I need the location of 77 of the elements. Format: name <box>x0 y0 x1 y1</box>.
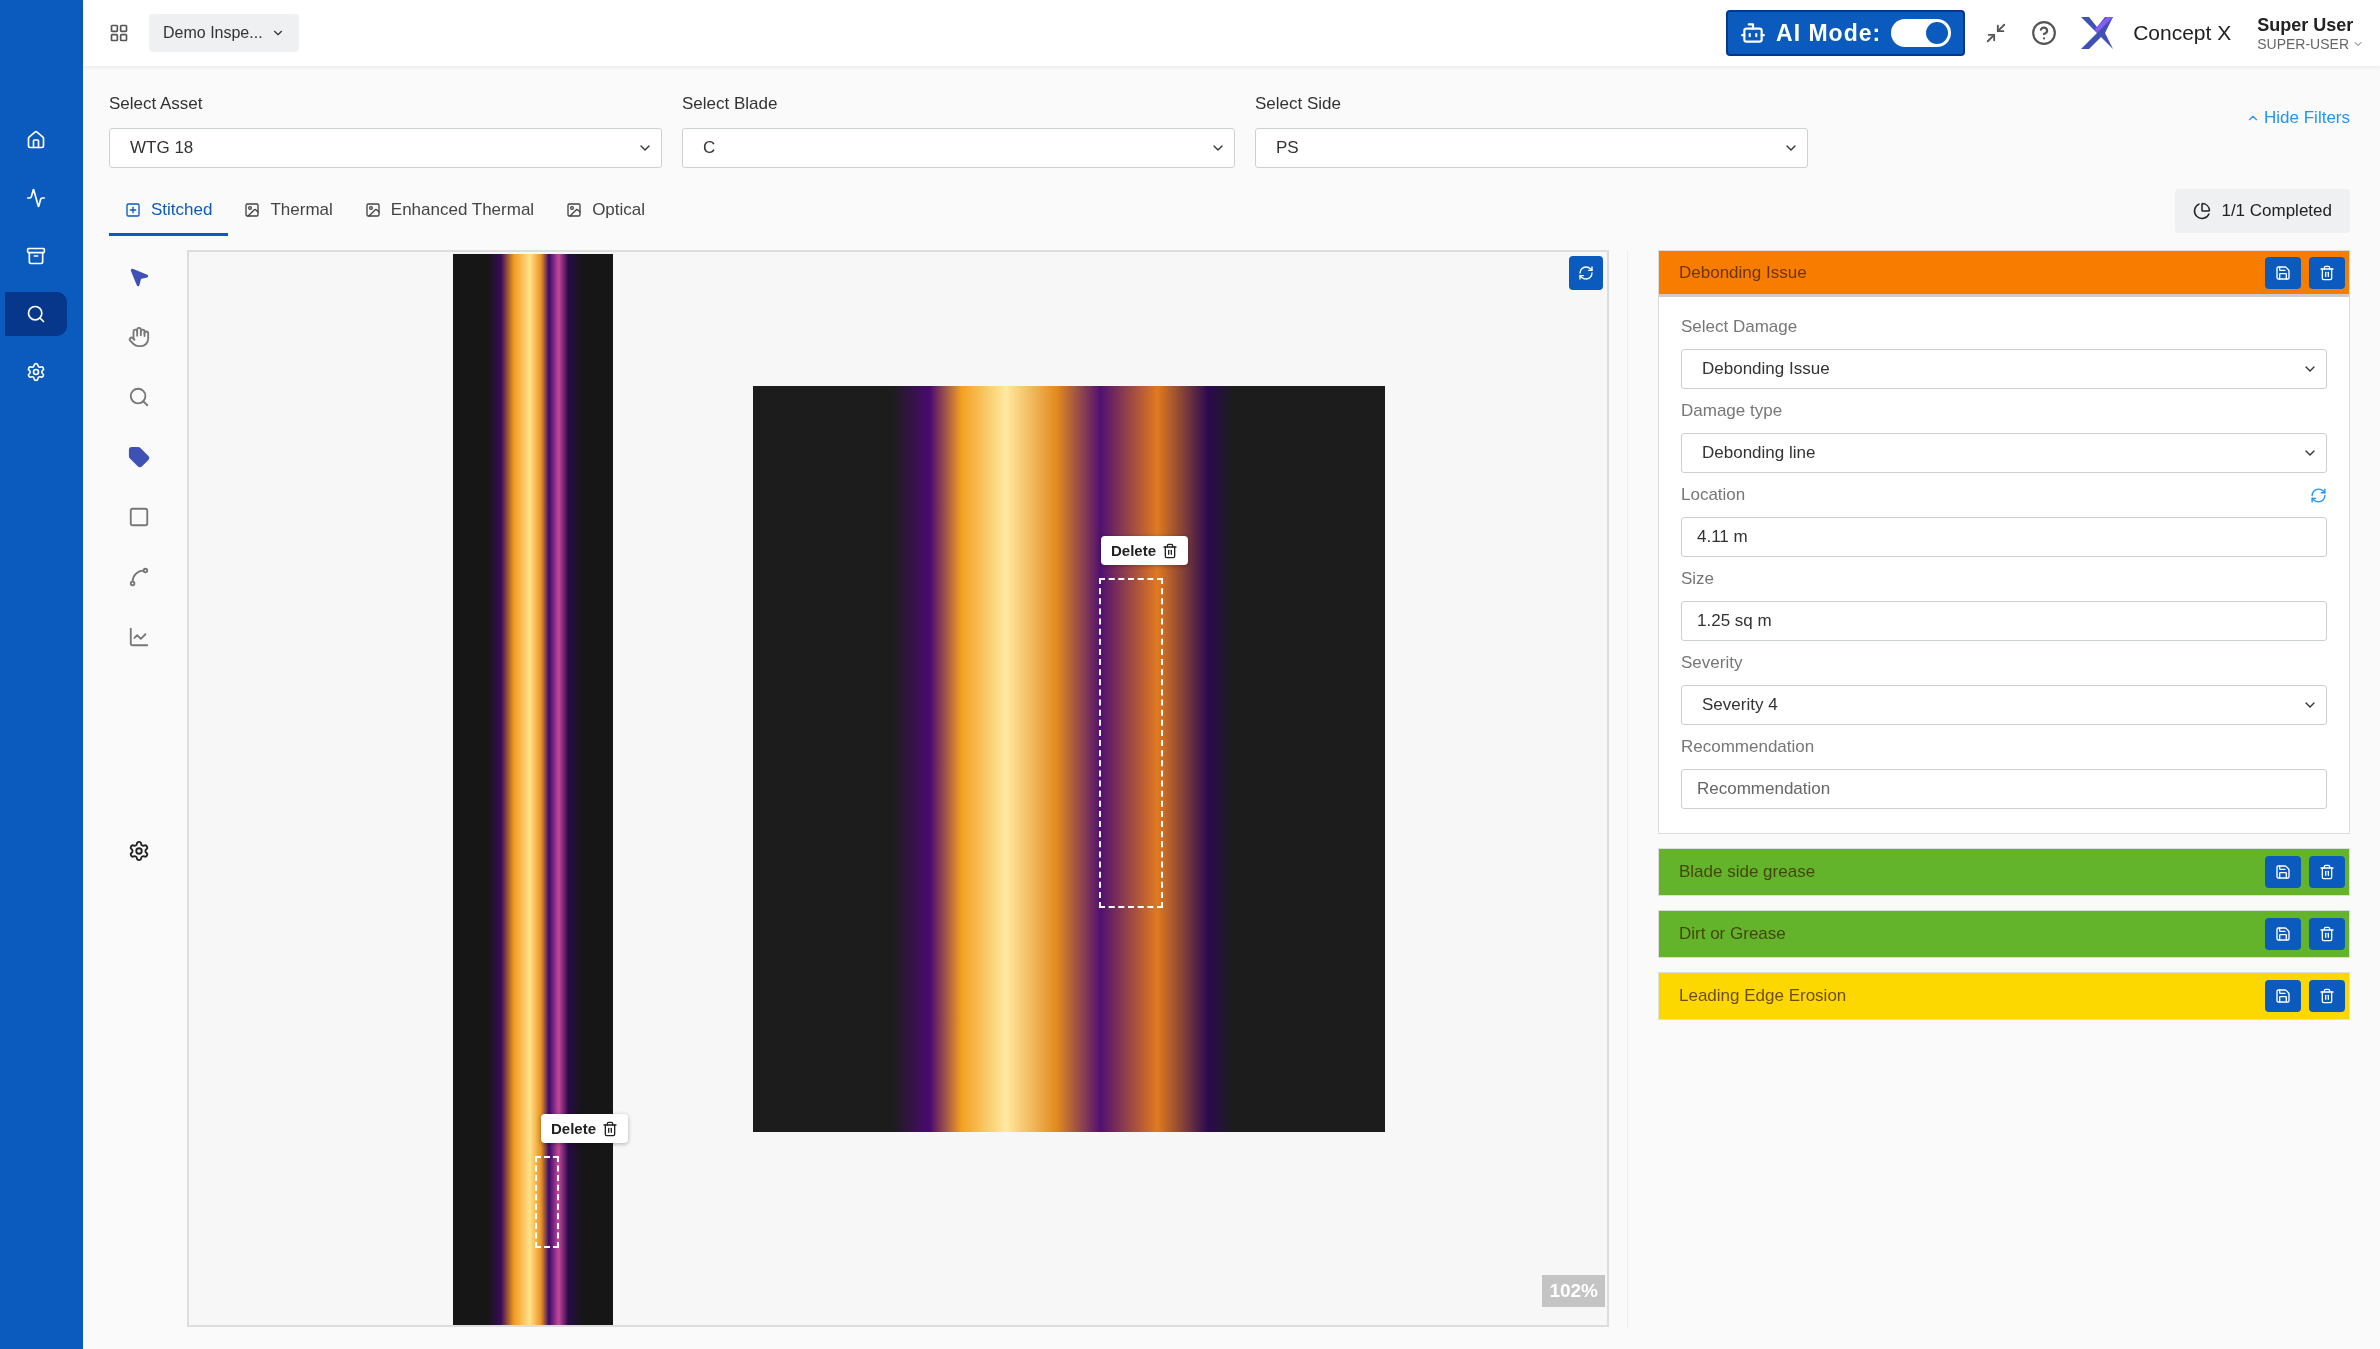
view-tab[interactable]: Stitched <box>109 186 229 236</box>
text-field[interactable]: Recommendation <box>1681 769 2327 809</box>
image-icon <box>566 201 583 218</box>
damage-title: Debonding Issue <box>1679 262 1808 283</box>
archive-icon <box>25 246 46 266</box>
save-icon <box>2275 988 2291 1004</box>
activity-icon <box>25 188 46 208</box>
plus-square-icon <box>125 201 141 218</box>
delete-button[interactable] <box>2309 918 2345 950</box>
user-role[interactable]: SUPER-USER <box>2257 35 2364 52</box>
delete-button[interactable] <box>2309 980 2345 1012</box>
field-label: Select Damage <box>1681 317 1798 337</box>
trash-icon <box>1162 542 1179 559</box>
trash-icon <box>2319 988 2335 1004</box>
filter-label: Select Side <box>1255 94 1342 114</box>
delete-button[interactable]: Delete <box>541 1114 629 1143</box>
text-field[interactable]: 4.11 m <box>1681 517 2327 557</box>
view-tab[interactable]: Optical <box>550 186 662 236</box>
selection-box[interactable] <box>535 1156 559 1248</box>
text-field[interactable]: 1.25 sq m <box>1681 601 2327 641</box>
save-button[interactable] <box>2265 856 2301 888</box>
damage-header[interactable]: Debonding Issue <box>1659 251 2349 297</box>
settings-icon <box>25 362 46 382</box>
view-tab[interactable]: Thermal <box>228 186 349 236</box>
pie-chart-icon <box>2193 202 2212 220</box>
refresh-button[interactable] <box>1569 256 1603 290</box>
field-label: Recommendation <box>1681 737 1815 757</box>
search-icon <box>25 304 46 324</box>
completed-badge: 1/1 Completed <box>2175 189 2350 233</box>
trash-icon <box>2319 864 2335 880</box>
ai-mode-label: AI Mode: <box>1776 19 1882 47</box>
save-button[interactable] <box>2265 980 2301 1012</box>
delete-button[interactable] <box>2309 256 2345 289</box>
tag-icon[interactable] <box>126 444 152 470</box>
ai-mode-toggle[interactable] <box>1891 19 1952 47</box>
delete-button[interactable]: Delete <box>1101 536 1189 565</box>
refresh-icon <box>1578 265 1594 281</box>
damage-header[interactable]: Blade side grease <box>1659 849 2349 895</box>
nav-item[interactable] <box>4 292 67 336</box>
hand-icon[interactable] <box>126 324 152 350</box>
filter-label: Select Blade <box>682 94 779 114</box>
field-label: Location <box>1681 485 1746 505</box>
zoom-level: 102% <box>1542 1275 1605 1307</box>
robot-icon <box>1740 20 1767 46</box>
brand-name: Concept X <box>2133 21 2232 45</box>
user-name: Super User <box>2257 14 2355 36</box>
filter-label: Select Asset <box>109 94 204 114</box>
image-icon <box>244 201 261 218</box>
damage-title: Leading Edge Erosion <box>1679 986 1848 1006</box>
trash-icon <box>602 1120 619 1137</box>
damage-title: Dirt or Grease <box>1679 924 1787 944</box>
save-icon <box>2275 264 2291 281</box>
damage-select[interactable]: Debonding line <box>1681 433 2327 473</box>
image-icon <box>364 201 381 218</box>
save-icon <box>2275 926 2291 942</box>
trash-icon <box>2319 926 2335 942</box>
view-tab[interactable]: Enhanced Thermal <box>348 186 551 236</box>
damage-header[interactable]: Dirt or Grease <box>1659 911 2349 957</box>
trash-icon <box>2319 264 2335 281</box>
damage-title: Blade side grease <box>1679 862 1817 882</box>
field-label: Damage type <box>1681 401 1783 421</box>
save-button[interactable] <box>2265 918 2301 950</box>
home-icon <box>25 130 46 150</box>
filter-select[interactable]: C <box>682 128 1235 168</box>
save-button[interactable] <box>2265 256 2301 289</box>
project-dropdown[interactable]: Demo Inspe... <box>149 14 299 52</box>
selection-box[interactable] <box>1099 578 1163 908</box>
delete-button[interactable] <box>2309 856 2345 888</box>
filter-select[interactable]: WTG 18 <box>109 128 662 168</box>
damage-select[interactable]: Severity 4 <box>1681 685 2327 725</box>
refresh-icon[interactable] <box>2310 486 2327 504</box>
filter-select[interactable]: PS <box>1255 128 1808 168</box>
damage-header[interactable]: Leading Edge Erosion <box>1659 973 2349 1019</box>
field-label: Size <box>1681 569 1715 589</box>
field-label: Severity <box>1681 653 1743 673</box>
damage-select[interactable]: Debonding Issue <box>1681 349 2327 389</box>
save-icon <box>2275 864 2291 880</box>
